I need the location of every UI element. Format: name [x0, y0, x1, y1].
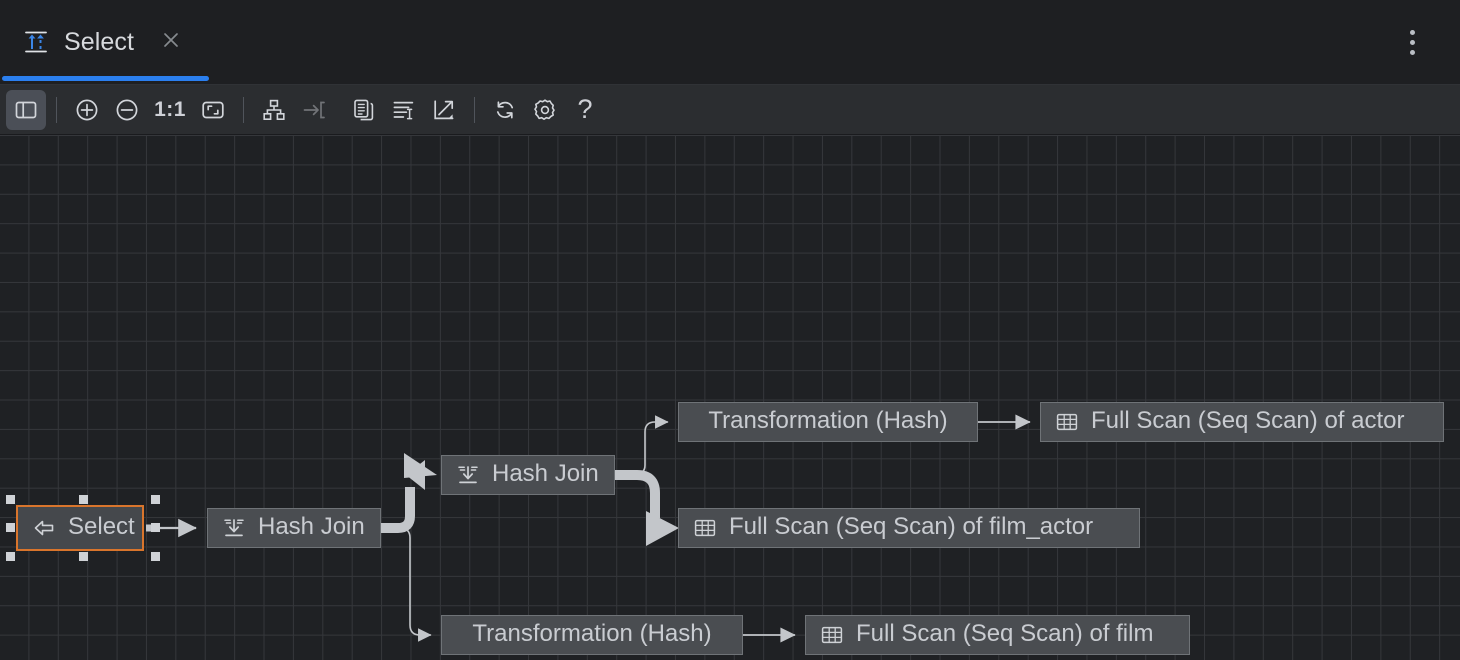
table-icon [693, 516, 717, 540]
plan-node-transformation-actor[interactable]: Transformation (Hash) [678, 402, 978, 442]
jump-to-source-button [294, 90, 334, 130]
close-icon[interactable] [148, 29, 182, 56]
plan-node-select[interactable]: Select [16, 505, 144, 551]
resize-handle-n[interactable] [79, 495, 88, 504]
arrow-left-icon [32, 516, 56, 540]
zoom-out-button[interactable] [107, 90, 147, 130]
resize-handle-nw[interactable] [6, 495, 15, 504]
plan-edges [0, 135, 1460, 660]
plan-node-transformation-film[interactable]: Transformation (Hash) [441, 615, 743, 655]
plan-node-label: Full Scan (Seq Scan) of film_actor [729, 515, 1093, 539]
tab-select[interactable]: Select [0, 0, 204, 84]
settings-button[interactable] [525, 90, 565, 130]
edge-hashjoin2-to-scan-filmactor [615, 475, 679, 546]
help-button[interactable]: ? [565, 90, 605, 130]
edge-hashjoin1-to-transformation-film [381, 528, 431, 635]
select-plan-icon [22, 28, 50, 56]
resize-handle-w[interactable] [6, 523, 15, 532]
export-diagram-button[interactable] [424, 90, 464, 130]
plan-node-label: Transformation (Hash) [708, 409, 947, 433]
panel-left-icon [14, 98, 38, 122]
table-icon [820, 623, 844, 647]
plan-node-hash-join-1[interactable]: Hash Join [207, 508, 381, 548]
table-icon [1055, 410, 1079, 434]
plan-diagram-canvas[interactable]: Select Hash Join [0, 135, 1460, 660]
toolbar-separator [243, 97, 244, 123]
gear-icon [532, 97, 558, 123]
plan-node-label: Transformation (Hash) [472, 622, 711, 646]
fit-screen-icon [200, 97, 226, 123]
zoom-in-button[interactable] [67, 90, 107, 130]
resize-handle-s[interactable] [79, 552, 88, 561]
active-tab-indicator [2, 76, 209, 81]
actual-size-button[interactable]: 1:1 [147, 90, 193, 130]
zoom-out-icon [114, 97, 140, 123]
toolbar-separator [474, 97, 475, 123]
plan-node-hash-join-2[interactable]: Hash Join [441, 455, 615, 495]
text-cursor-icon [391, 97, 417, 123]
refresh-button[interactable] [485, 90, 525, 130]
toggle-sidebar-button[interactable] [6, 90, 46, 130]
more-vertical-icon[interactable] [1382, 0, 1442, 84]
plan-node-label: Hash Join [492, 462, 599, 486]
toolbar-separator [56, 97, 57, 123]
plan-node-scan-film[interactable]: Full Scan (Seq Scan) of film [805, 615, 1190, 655]
tab-title: Select [64, 28, 134, 57]
plan-node-label: Full Scan (Seq Scan) of film [856, 622, 1153, 646]
diagram-toolbar: 1:1 [0, 84, 1460, 135]
resize-handle-e[interactable] [151, 523, 160, 532]
zoom-level-label: 1:1 [154, 98, 186, 122]
copy-button[interactable] [344, 90, 384, 130]
fit-content-button[interactable] [193, 90, 233, 130]
hash-join-icon [456, 463, 480, 487]
tab-bar: Select [0, 0, 1460, 84]
zoom-in-icon [74, 97, 100, 123]
hash-join-icon [222, 516, 246, 540]
resize-handle-ne[interactable] [151, 495, 160, 504]
resize-handle-sw[interactable] [6, 552, 15, 561]
question-mark-icon: ? [577, 96, 592, 123]
plan-node-scan-film-actor[interactable]: Full Scan (Seq Scan) of film_actor [678, 508, 1140, 548]
edge-hashjoin1-to-hashjoin2 [381, 453, 437, 528]
layout-tree-button[interactable] [254, 90, 294, 130]
export-arrow-icon [431, 97, 457, 123]
plan-node-label: Hash Join [258, 515, 365, 539]
show-raw-plan-button[interactable] [384, 90, 424, 130]
plan-node-label: Full Scan (Seq Scan) of actor [1091, 409, 1404, 433]
refresh-icon [492, 97, 518, 123]
resize-handle-se[interactable] [151, 552, 160, 561]
plan-node-scan-actor[interactable]: Full Scan (Seq Scan) of actor [1040, 402, 1444, 442]
edge-hashjoin2-to-transformation-actor [615, 422, 668, 475]
tab-bar-empty-area [204, 0, 1382, 84]
arrow-to-bracket-icon [301, 97, 327, 123]
hierarchy-icon [261, 97, 287, 123]
copy-icon [351, 97, 377, 123]
plan-node-label: Select [68, 515, 135, 539]
